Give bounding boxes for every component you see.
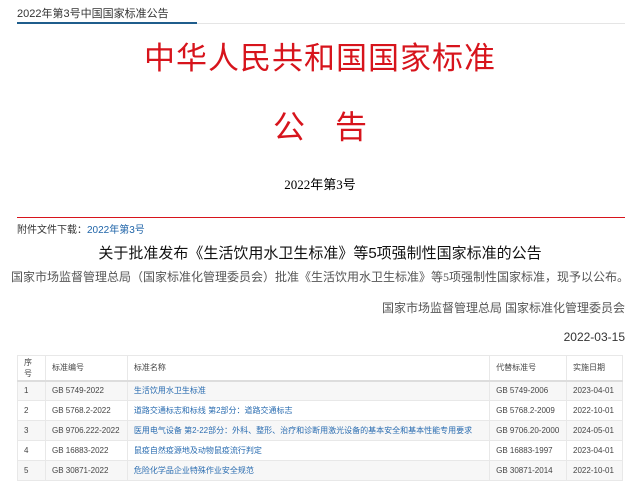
active-tab-indicator — [17, 22, 197, 24]
attachment-link[interactable]: 2022年第3号 — [87, 225, 145, 236]
table-cell: 2022-10-01 — [566, 400, 623, 421]
table-cell: GB 5768.2-2022 — [44, 400, 128, 421]
table-row: 1 GB 5749-2022 生活饮用水卫生标准 GB 5749-2006 2023-0… — [17, 380, 623, 401]
table-cell: GB 9706.20-2000 — [489, 420, 568, 441]
table-cell: 医用电气设备 第2-22部分：外科、整形、治疗和诊断用激光设备的基本安全和基本性… — [126, 420, 491, 441]
signature: 国家市场监督管理总局 国家标准化管理委员会 — [381, 301, 625, 315]
red-divider — [17, 217, 625, 218]
table-cell: 生活饮用水卫生标准 — [126, 380, 491, 401]
column-header: 实施日期 — [566, 355, 623, 382]
table-cell: GB 16883-2022 — [44, 440, 128, 461]
standard-name-link[interactable]: 医用电气设备 第2-22部分：外科、整形、治疗和诊断用激光设备的基本安全和基本性… — [134, 426, 472, 435]
table-cell: GB 5768.2-2009 — [489, 400, 568, 421]
table-cell: GB 5749-2006 — [489, 380, 568, 401]
standard-name-link[interactable]: 生活饮用水卫生标准 — [134, 386, 206, 395]
table-cell: 2023-04-01 — [566, 440, 623, 461]
table-cell: 2 — [17, 400, 46, 421]
table-row: 4 GB 16883-2022 鼠疫自然疫源地及动物鼠疫流行判定 GB 16883-1… — [17, 440, 623, 461]
table-cell: 2024-05-01 — [566, 420, 623, 441]
column-header: 序号 — [17, 355, 46, 382]
table-cell: 3 — [17, 420, 46, 441]
table-row: 3 GB 9706.222-2022 医用电气设备 第2-22部分：外科、整形、治疗… — [17, 420, 623, 441]
breadcrumb: 2022年第3号中国国家标准公告 — [17, 8, 169, 20]
breadcrumb-divider — [17, 22, 625, 24]
announcement-number: 2022年第3号 — [284, 177, 356, 192]
table-cell: GB 5749-2022 — [44, 380, 128, 401]
table-cell: GB 30871-2014 — [489, 460, 568, 481]
table-cell: GB 9706.222-2022 — [44, 420, 128, 441]
table-row: 5 GB 30871-2022 危险化学品企业特殊作业安全规范 GB 30871-20… — [17, 460, 623, 481]
table-cell: 5 — [17, 460, 46, 481]
table-cell: 4 — [17, 440, 46, 461]
standard-name-link[interactable]: 危险化学品企业特殊作业安全规范 — [134, 466, 254, 475]
document-title: 中华人民共和国国家标准 — [144, 41, 496, 76]
table-cell: 危险化学品企业特殊作业安全规范 — [126, 460, 491, 481]
attachment-row: 附件文件下载：2022年第3号 — [17, 221, 145, 236]
table-cell: 道路交通标志和标线 第2部分：道路交通标志 — [126, 400, 491, 421]
standard-name-link[interactable]: 鼠疫自然疫源地及动物鼠疫流行判定 — [134, 446, 262, 455]
column-header: 标准名称 — [126, 355, 491, 382]
body-text: 国家市场监督管理总局（国家标准化管理委员会）批准《生活饮用水卫生标准》等5项强制… — [10, 270, 629, 284]
column-header: 代替标准号 — [489, 355, 568, 382]
table-cell: 鼠疫自然疫源地及动物鼠疫流行判定 — [126, 440, 491, 461]
headline: 关于批准发布《生活饮用水卫生标准》等5项强制性国家标准的公告 — [98, 245, 542, 262]
table-cell: 1 — [17, 380, 46, 401]
table-cell: GB 30871-2022 — [44, 460, 128, 481]
document-subtitle: 公告 — [272, 109, 397, 145]
date: 2022-03-15 — [563, 330, 625, 344]
table-cell: 2023-04-01 — [566, 380, 623, 401]
standards-table: 序号 标准编号 标准名称 代替标准号 实施日期 1 GB 5749-2022 生活饮用水卫生… — [17, 355, 623, 481]
attachment-label: 附件文件下载： — [17, 225, 87, 236]
table-row: 2 GB 5768.2-2022 道路交通标志和标线 第2部分：道路交通标志 GB 5… — [17, 400, 623, 421]
table-header: 序号 标准编号 标准名称 代替标准号 实施日期 — [17, 355, 623, 382]
table-cell: 2022-10-01 — [566, 460, 623, 481]
standard-name-link[interactable]: 道路交通标志和标线 第2部分：道路交通标志 — [134, 406, 293, 415]
column-header: 标准编号 — [44, 355, 128, 382]
table-cell: GB 16883-1997 — [489, 440, 568, 461]
